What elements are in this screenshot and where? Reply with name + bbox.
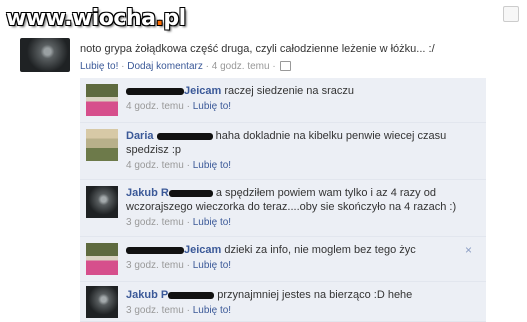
commenter-name[interactable]: Daria — [126, 130, 154, 142]
comment-item: Jeicam raczej siedzenie na sraczu 4 godz… — [80, 78, 486, 123]
post-timestamp[interactable]: 4 godz. temu — [212, 61, 270, 72]
comment-item: Jakub R a spędziłem powiem wam tylko i a… — [80, 180, 486, 237]
separator: · — [183, 217, 193, 228]
redaction-mark — [168, 189, 213, 197]
redaction-mark — [126, 246, 184, 254]
post-author-avatar[interactable] — [20, 38, 70, 72]
commenter-name[interactable]: Jeicam — [184, 244, 221, 256]
comment-item: Daria haha dokladnie na kibelku penwie w… — [80, 123, 486, 180]
post-comment-link[interactable]: Dodaj komentarz — [127, 61, 203, 72]
comment-like-link[interactable]: Lubię to! — [193, 305, 231, 316]
comment-text: przynajmniej jestes na bierząco :D hehe — [217, 289, 413, 301]
redaction-mark — [168, 291, 215, 299]
commenter-name[interactable]: Jakub R — [126, 187, 169, 199]
comment-item: Jakub P przynajmniej jestes na bierząco … — [80, 282, 486, 322]
separator: · — [269, 61, 279, 72]
commenter-avatar[interactable] — [86, 84, 118, 116]
redaction-mark — [126, 87, 184, 95]
comment-thread: Jeicam raczej siedzenie na sraczu 4 godz… — [80, 78, 486, 322]
comment-text: dzieki za info, nie moglem bez tego życ — [224, 244, 416, 256]
post-like-link[interactable]: Lubię to! — [80, 61, 118, 72]
friends-icon — [280, 61, 292, 72]
comment-timestamp[interactable]: 4 godz. temu — [126, 160, 184, 171]
separator: · — [202, 61, 212, 72]
comment-timestamp[interactable]: 3 godz. temu — [126, 305, 184, 316]
watermark-tld: pl — [163, 6, 186, 31]
options-icon[interactable] — [503, 6, 519, 22]
site-watermark: www.wiocha.pl — [6, 6, 186, 31]
comment-like-link[interactable]: Lubię to! — [193, 160, 231, 171]
commenter-avatar[interactable] — [86, 243, 118, 275]
separator: · — [183, 160, 193, 171]
delete-comment-icon[interactable]: × — [465, 243, 472, 257]
separator: · — [183, 305, 193, 316]
commenter-avatar[interactable] — [86, 186, 118, 218]
comment-like-link[interactable]: Lubię to! — [193, 101, 231, 112]
comment-timestamp[interactable]: 3 godz. temu — [126, 217, 184, 228]
watermark-brand: wiocha — [71, 6, 156, 31]
post-actions: Lubię to! · Dodaj komentarz · 4 godz. te… — [80, 61, 292, 72]
comment-like-link[interactable]: Lubię to! — [193, 217, 231, 228]
commenter-avatar[interactable] — [86, 286, 118, 318]
commenter-avatar[interactable] — [86, 129, 118, 161]
comment-timestamp[interactable]: 3 godz. temu — [126, 260, 184, 271]
post-text: noto grypa żołądkowa część druga, czyli … — [80, 43, 435, 55]
comment-like-link[interactable]: Lubię to! — [193, 260, 231, 271]
comment-text: raczej siedzenie na sraczu — [224, 85, 354, 97]
separator: · — [183, 101, 193, 112]
watermark-prefix: www. — [6, 6, 72, 31]
separator: · — [118, 61, 128, 72]
redaction-mark — [156, 132, 213, 140]
commenter-name[interactable]: Jakub P — [126, 289, 168, 301]
comment-item: Jeicam dzieki za info, nie moglem bez te… — [80, 237, 486, 282]
commenter-name[interactable]: Jeicam — [184, 85, 221, 97]
separator: · — [183, 260, 193, 271]
comment-timestamp[interactable]: 4 godz. temu — [126, 101, 184, 112]
